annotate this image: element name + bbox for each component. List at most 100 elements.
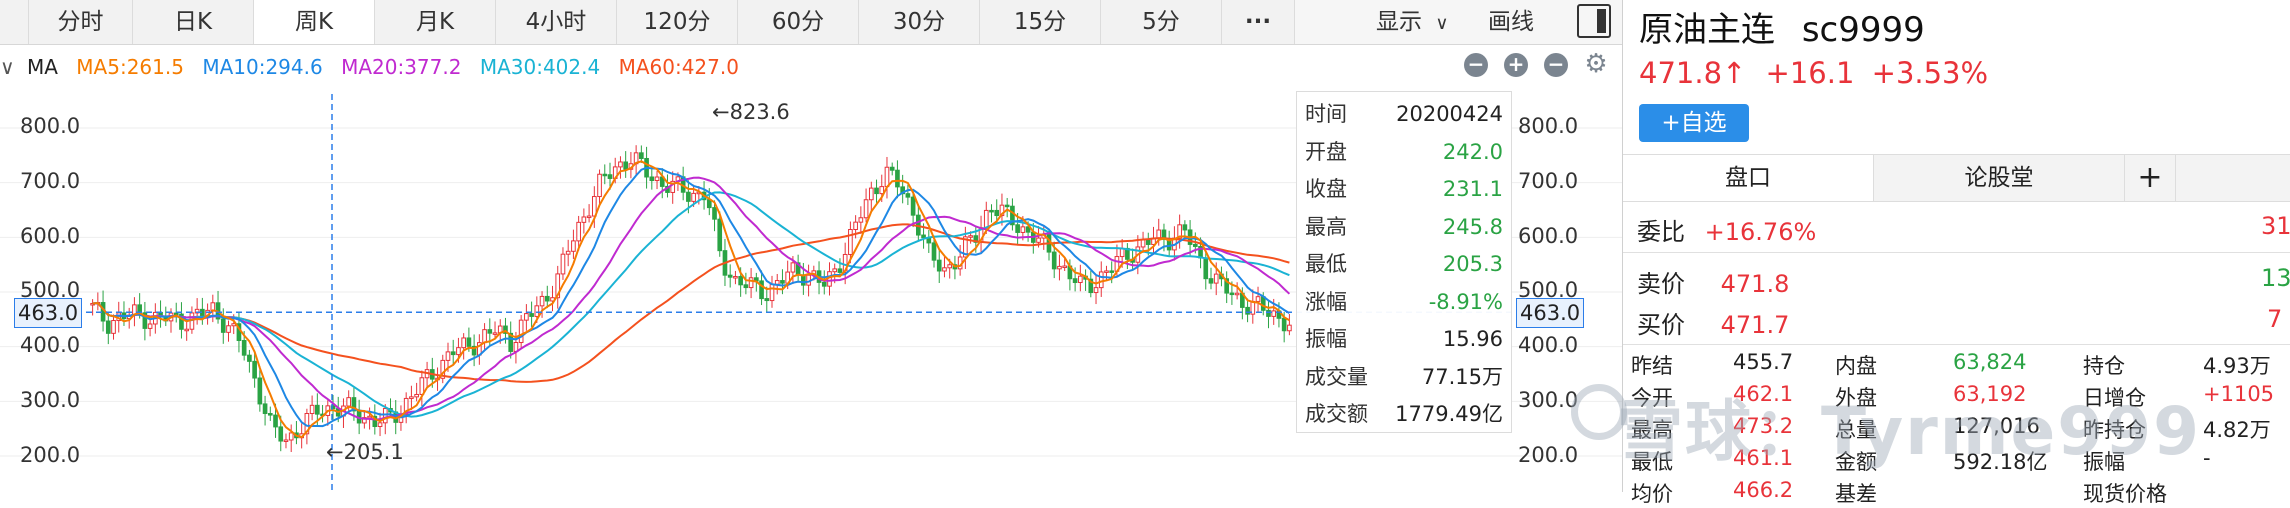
zoom-in-icon[interactable]: + — [1504, 53, 1528, 77]
ma60-value: MA60:427.0 — [618, 55, 739, 79]
draw-line-button[interactable]: 画线 — [1488, 0, 1534, 44]
candle-body — [774, 280, 780, 285]
info-high-value: 245.8 — [1442, 214, 1503, 239]
candle-body — [1287, 324, 1292, 332]
info-amp-label: 振幅 — [1305, 327, 1347, 351]
candle-body — [895, 169, 900, 188]
candle-body — [884, 166, 890, 188]
buy-price: 471.7 — [1720, 311, 1790, 339]
candle-body — [210, 302, 216, 311]
panel-toggle-icon[interactable] — [1577, 4, 1611, 38]
candle-body — [220, 318, 226, 333]
candle-body — [1036, 237, 1041, 243]
tab-order-book[interactable]: 盘口 — [1623, 155, 1874, 201]
candle-body — [273, 414, 278, 428]
tab-daily-k[interactable]: 日K — [133, 0, 254, 44]
tab-minute[interactable]: 分时 — [29, 0, 133, 44]
instrument-title: 原油主连 sc9999 — [1639, 2, 1925, 51]
tab-120min[interactable]: 120分 — [617, 0, 738, 44]
candle-body — [461, 337, 466, 349]
crosshair-price-left: 463.0 — [14, 298, 83, 328]
candle-body — [1281, 317, 1287, 332]
candle-body — [1208, 278, 1214, 284]
candle-body — [989, 209, 994, 213]
display-menu[interactable]: 显示 ∨ — [1376, 0, 1449, 44]
candle-body — [821, 281, 827, 287]
candle-body — [780, 280, 785, 284]
tab-30min[interactable]: 30分 — [859, 0, 980, 44]
y-tick-600: 600.0 — [20, 224, 81, 248]
quote-tab-bar: 盘口 论股堂 + — [1623, 154, 2290, 202]
candle-body — [581, 216, 587, 223]
candle-body — [1192, 243, 1198, 247]
quote-panel: 原油主连 sc9999 471.8↑ +16.1 +3.53% +自选 盘口 论… — [1571, 0, 2290, 506]
candle-body — [1255, 296, 1261, 302]
add-tab-button[interactable]: + — [2125, 155, 2176, 201]
candle-body — [184, 328, 190, 332]
tab-15min[interactable]: 15分 — [980, 0, 1101, 44]
info-time-value: 20200424 — [1396, 102, 1503, 126]
candle-body — [278, 426, 284, 442]
tab-discussion[interactable]: 论股堂 — [1874, 155, 2125, 201]
candle-body — [571, 240, 576, 252]
candle-body — [748, 277, 754, 289]
stat-value: 4.82万 — [2203, 418, 2271, 442]
y-tick-700: 700.0 — [20, 169, 81, 193]
ma20-line — [92, 176, 1291, 421]
tab-4hour[interactable]: 4小时 — [496, 0, 617, 44]
y-tick-800: 800.0 — [20, 114, 81, 138]
tab-weekly-k[interactable]: 周K — [254, 0, 375, 44]
tab-5min[interactable]: 5分 — [1101, 0, 1222, 44]
tab-edge — [0, 0, 29, 44]
candle-body — [1260, 296, 1266, 311]
candle-body — [346, 397, 352, 407]
candle-body — [1203, 257, 1209, 280]
info-close-label: 收盘 — [1305, 177, 1347, 201]
stat-label: 内盘 — [1835, 354, 1877, 378]
weibi-row: 委比 +16.76% — [1637, 212, 1816, 247]
low-marker: ←205.1 — [326, 440, 404, 464]
candle-body — [1004, 204, 1010, 208]
candle-body — [639, 152, 644, 159]
collapse-icon[interactable]: − — [1544, 53, 1568, 77]
ma5-line — [92, 160, 1290, 439]
candle-body — [315, 404, 320, 415]
candle-body — [1140, 239, 1146, 248]
candle-body — [450, 351, 456, 356]
info-low-label: 最低 — [1305, 252, 1347, 276]
candle-body — [576, 221, 581, 242]
zoom-out-icon[interactable]: − — [1464, 53, 1488, 77]
candle-body — [487, 329, 493, 334]
stat-value: +1105 — [2203, 382, 2275, 406]
crosshair-price-right: 463.0 — [1516, 298, 1585, 328]
info-close-row: 收盘 231.1 — [1305, 171, 1503, 209]
sell-volume: 13 — [2261, 264, 2290, 292]
watermark-text: 雪球：Tyrme999 — [1617, 393, 2202, 470]
info-high-row: 最高 245.8 — [1305, 209, 1503, 247]
more-periods-button[interactable]: ··· — [1222, 0, 1295, 44]
info-vol-value: 77.15万 — [1421, 364, 1503, 389]
ma-collapse-icon[interactable]: ∨ — [0, 55, 15, 79]
info-amp-row: 振幅 15.96 — [1305, 321, 1503, 359]
candle-body — [602, 173, 608, 177]
candle-body — [456, 347, 461, 356]
settings-gear-icon[interactable]: ⚙ — [1584, 51, 1608, 77]
candle-body — [858, 217, 864, 223]
add-watchlist-button[interactable]: +自选 — [1639, 104, 1749, 142]
tab-60min[interactable]: 60分 — [738, 0, 859, 44]
candle-body — [947, 264, 953, 269]
ma-legend: ∨ MA MA5:261.5 MA10:294.6 MA20:377.2 MA3… — [0, 50, 751, 84]
candle-body — [267, 413, 273, 416]
tab-monthly-k[interactable]: 月K — [375, 0, 496, 44]
info-change-label: 涨幅 — [1305, 289, 1347, 314]
candle-body — [623, 161, 629, 170]
candle-body — [382, 408, 388, 424]
y-tick-right-400: 400.0 — [1518, 333, 1579, 357]
candle-body — [414, 393, 419, 398]
candle-body — [1229, 292, 1235, 296]
candle-body — [853, 221, 858, 231]
candle-body — [597, 173, 602, 198]
weibi-right-value: 31 — [2261, 212, 2290, 240]
info-amp-value: 15.96 — [1442, 327, 1503, 351]
candle-body — [983, 209, 989, 229]
